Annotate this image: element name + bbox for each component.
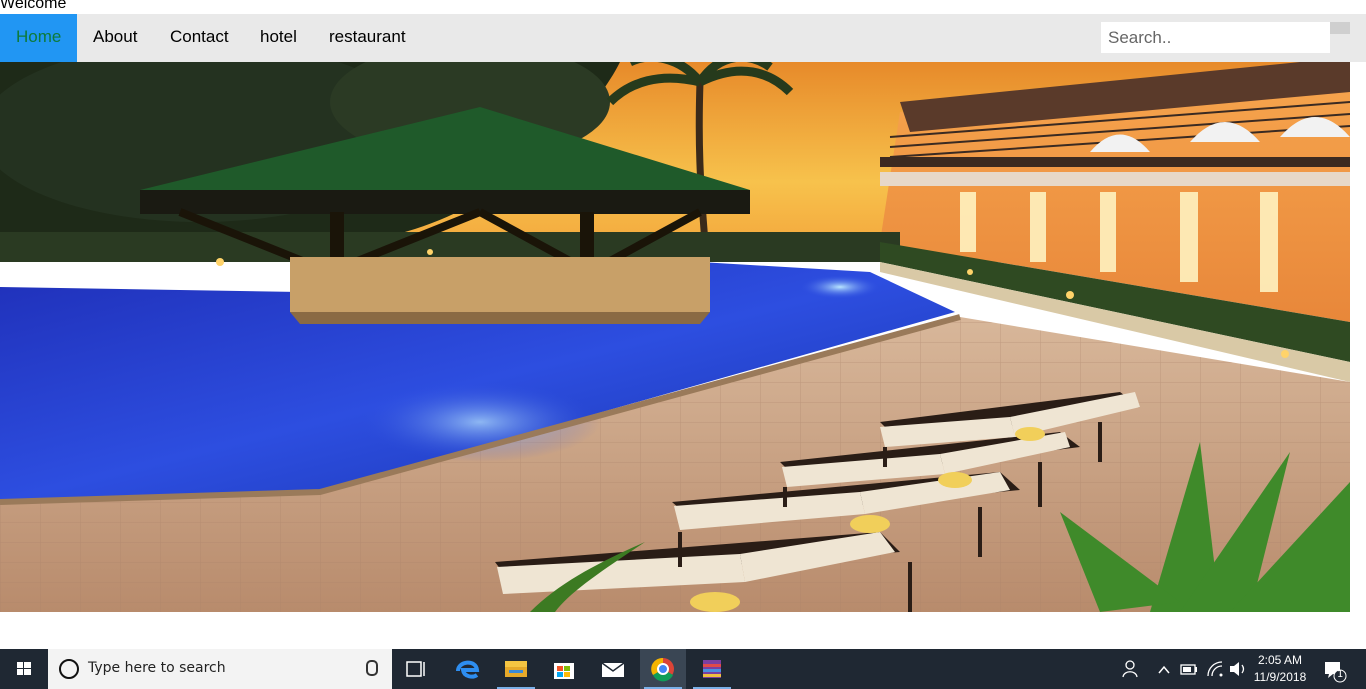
windows-logo-icon [17,662,31,675]
wifi-icon[interactable] [1204,649,1226,689]
page: Welcome Home About Contact hotel restaur… [0,0,1366,689]
search-input[interactable] [1101,22,1330,53]
mail-icon[interactable] [590,649,636,689]
show-hidden-icons-chevron-icon[interactable] [1155,649,1173,689]
resort-pool-illustration [0,62,1350,612]
nav-home[interactable]: Home [0,14,77,62]
clock-time: 2:05 AM [1257,653,1303,667]
nav-restaurant[interactable]: restaurant [313,14,422,62]
taskbar-clock[interactable]: 2:05 AM 11/9/2018 [1252,652,1308,686]
edge-icon[interactable] [444,649,490,689]
nav-hotel[interactable]: hotel [244,14,313,62]
chrome-icon[interactable] [640,649,686,689]
notification-count: 1 [1337,669,1344,680]
task-view-icon[interactable] [393,649,439,689]
store-icon[interactable] [541,649,587,689]
hero-image-resort-pool [0,62,1350,612]
action-center-icon[interactable]: 1 [1320,649,1350,689]
cortana-icon [59,659,79,679]
nav-contact[interactable]: Contact [154,14,245,62]
windows-taskbar: Type here to search 2:05 AM 11/9/2018 1 [0,649,1366,689]
top-navigation-bar: Home About Contact hotel restaurant [0,14,1366,62]
start-button[interactable] [0,649,48,689]
welcome-text: Welcome [0,0,67,12]
search-button[interactable] [1330,22,1350,34]
clock-date: 11/9/2018 [1253,670,1307,684]
taskbar-search-placeholder: Type here to search [88,660,226,676]
people-icon[interactable] [1118,649,1142,689]
battery-icon[interactable] [1178,649,1200,689]
volume-icon[interactable] [1227,649,1249,689]
nav-about[interactable]: About [77,14,153,62]
file-explorer-icon[interactable] [493,649,539,689]
winrar-icon[interactable] [689,649,735,689]
microphone-icon[interactable] [366,660,378,676]
taskbar-search-box[interactable]: Type here to search [48,649,392,689]
